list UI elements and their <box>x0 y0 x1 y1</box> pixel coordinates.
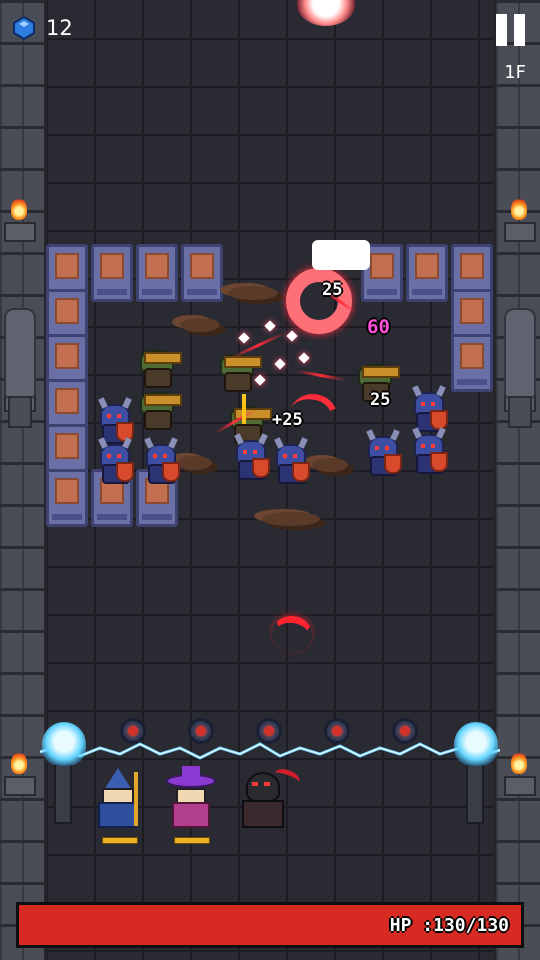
crate-block <box>181 244 223 302</box>
game-stage[interactable]: 25 60 +25 25 12 1F HP:130/130 <box>0 0 540 960</box>
floor-indicator: 1F <box>504 62 526 83</box>
hit-spark <box>274 358 286 370</box>
red-reaper-icon[interactable] <box>238 766 302 832</box>
right-dungeon-wall <box>493 0 540 960</box>
hp-text: HP :130/130 <box>389 915 509 936</box>
imp-enemy[interactable] <box>408 434 448 474</box>
enemy-corpse <box>180 318 220 332</box>
crate-block <box>451 334 493 392</box>
torch-icon <box>2 196 38 242</box>
lightning-barrier <box>40 742 500 760</box>
gem-counter: 12 <box>12 16 73 40</box>
left-dungeon-wall <box>0 0 47 960</box>
imp-enemy[interactable] <box>140 444 180 484</box>
flash-burst <box>312 240 370 270</box>
hit-spark <box>264 320 276 332</box>
goblin-enemy[interactable] <box>136 346 182 388</box>
hit-spark <box>254 374 266 386</box>
boomerang-projectile <box>269 613 315 655</box>
enemy-corpse <box>176 456 212 470</box>
blue-ghost-flame-icon <box>42 722 86 766</box>
imp-enemy[interactable] <box>94 444 134 484</box>
enemy-corpse <box>312 458 348 472</box>
gargoyle-statue <box>0 308 40 428</box>
torch-icon <box>2 750 38 796</box>
purple-witch-icon[interactable] <box>166 766 216 844</box>
goblin-enemy[interactable] <box>136 388 182 430</box>
torch-icon <box>502 196 538 242</box>
imp-enemy[interactable] <box>230 440 270 480</box>
torch-icon <box>502 750 538 796</box>
crate-block <box>406 244 448 302</box>
heal-number: +25 <box>272 410 303 430</box>
hit-spark <box>298 352 310 364</box>
blue-ghost-flame-icon <box>454 722 498 766</box>
lantern-post <box>466 764 484 824</box>
crit-damage-number: 60 <box>367 316 390 338</box>
imp-enemy[interactable] <box>408 392 448 432</box>
blue-wizard-icon[interactable] <box>94 768 144 844</box>
blue-gem-icon <box>13 16 35 40</box>
hit-spark <box>238 332 250 344</box>
enemy-corpse <box>262 512 320 526</box>
crate-block <box>136 244 178 302</box>
crate-block <box>46 469 88 527</box>
lantern-post <box>54 764 72 824</box>
pause-button[interactable] <box>494 14 530 50</box>
gem-count: 12 <box>46 16 73 40</box>
imp-enemy[interactable] <box>270 444 310 484</box>
gargoyle-statue <box>500 308 540 428</box>
spark-bolt <box>242 394 246 424</box>
slash-streak <box>296 369 346 382</box>
damage-number: 25 <box>370 390 391 410</box>
hp-bar: HP :130/130 <box>16 902 524 948</box>
enemy-corpse <box>228 286 278 300</box>
hit-spark <box>286 330 298 342</box>
damage-number: 25 <box>322 280 343 300</box>
pause-icon <box>496 14 507 46</box>
imp-enemy[interactable] <box>362 436 402 476</box>
crate-block <box>91 244 133 302</box>
glowing-orb-projectile <box>296 0 356 26</box>
